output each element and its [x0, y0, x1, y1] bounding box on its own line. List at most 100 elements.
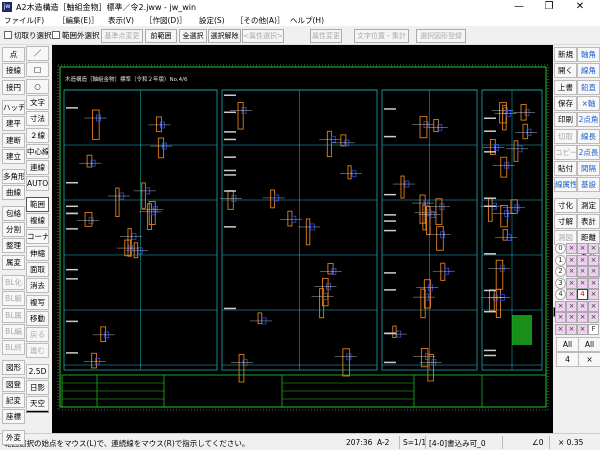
tool-button-5[interactable]: 建断 [2, 132, 25, 148]
tool-button-11[interactable]: コーナー [26, 229, 49, 245]
current-group-button[interactable]: 4 [556, 352, 579, 367]
layer-button[interactable]: × [555, 300, 566, 312]
base-point-change-button[interactable]: 基準点変更 [101, 29, 143, 43]
tool-button-9[interactable]: 範囲 [26, 196, 49, 212]
register-shape-button[interactable]: 選択図形登録 [416, 29, 466, 43]
tool-button-3[interactable]: 保存 [554, 95, 577, 111]
tool-button-19[interactable]: 図登 [2, 376, 25, 392]
tool-button-9[interactable]: 測定 [577, 197, 600, 213]
layer-button[interactable]: 1 [555, 254, 566, 266]
layer-button[interactable]: × [566, 266, 577, 277]
tool-button-10[interactable]: 複線 [26, 213, 49, 228]
angle[interactable]: ∠0 [532, 438, 544, 447]
layer-button[interactable]: × [566, 243, 577, 254]
tool-button-7[interactable]: 間隔 [577, 161, 600, 177]
tool-button-0[interactable]: 新規 [554, 47, 577, 62]
tool-button-3[interactable]: 文字 [26, 94, 49, 110]
layer-button[interactable]: × [566, 323, 577, 335]
tool-button-2[interactable]: 上書 [554, 79, 577, 95]
tool-button-20[interactable]: 記変 [2, 393, 25, 408]
layer-button[interactable]: × [577, 243, 588, 254]
tool-button-2[interactable]: 接円 [2, 79, 25, 95]
layer-button[interactable]: × [588, 266, 599, 277]
scale[interactable]: S=1/1 [403, 438, 426, 447]
layer-button[interactable]: × [588, 243, 599, 254]
layer-button[interactable]: F [588, 323, 599, 335]
layer-button[interactable]: × [577, 323, 588, 335]
tool-button-3[interactable]: ハッチ [2, 99, 25, 115]
maximize-button[interactable]: ❐ [535, 0, 563, 14]
layer-button[interactable]: × [577, 312, 588, 323]
tool-button-7[interactable]: 連線 [26, 160, 49, 176]
tool-button-2[interactable]: ○ [26, 78, 49, 94]
tool-button-10[interactable]: 寸解 [554, 214, 577, 229]
minimize-button[interactable]: — [505, 0, 533, 14]
tool-button-7[interactable]: 貼付 [554, 161, 577, 177]
menu-draw[interactable]: ［作図(D)］ [145, 15, 187, 26]
tool-button-8[interactable]: 線属性 [554, 177, 577, 193]
tool-button-15[interactable]: 複写 [26, 294, 49, 310]
tool-button-9[interactable]: 寸化 [554, 197, 577, 213]
menu-edit[interactable]: ［編集(E)］ [58, 15, 99, 26]
layer-close-icon[interactable]: × [578, 352, 600, 367]
tool-button-8[interactable]: 基設 [577, 177, 600, 193]
deselect-button[interactable]: 選択解除 [208, 29, 241, 43]
tool-button-13[interactable]: 面取 [26, 261, 49, 277]
layer-button[interactable]: × [555, 312, 566, 323]
tool-button-8[interactable]: 曲線 [2, 185, 25, 201]
tool-button-5[interactable]: ２線 [26, 127, 49, 143]
text-position-button[interactable]: 文字位置・集計 [354, 29, 409, 43]
attribute-change-button[interactable]: 属性変更 [310, 29, 342, 43]
tool-button-17[interactable]: 戻る [26, 327, 49, 343]
layer-button[interactable]: × [588, 312, 599, 323]
all-groups-button[interactable]: All [556, 337, 579, 352]
layer-button[interactable]: × [577, 277, 588, 289]
cut-select-checkbox[interactable] [4, 31, 12, 39]
attribute-select-button[interactable]: <属性選択> [242, 29, 284, 43]
tool-button-6[interactable]: 2点長 [577, 144, 600, 160]
tool-button-1[interactable]: 接線 [2, 63, 25, 79]
tool-button-4[interactable]: 2点角 [577, 112, 600, 128]
tool-button-1[interactable]: 線角 [577, 63, 600, 79]
tool-button-2[interactable]: 鉛直 [577, 79, 600, 95]
tool-button-18[interactable]: 進む [26, 343, 49, 359]
menu-settings[interactable]: 設定(S) [199, 15, 225, 26]
tool-button-9[interactable]: 包絡 [2, 205, 25, 221]
drawing-canvas[interactable]: 木造構造［軸組金物］標準（令和２年版）No.4/6 [52, 45, 553, 433]
layer-button[interactable]: 3 [555, 277, 566, 289]
tool-button-4[interactable]: 印刷 [554, 112, 577, 128]
layer-button[interactable]: × [588, 254, 599, 266]
layer-button[interactable]: × [566, 289, 577, 300]
all-layers-button[interactable]: All [578, 337, 600, 352]
tool-button-10[interactable]: 分割 [2, 222, 25, 237]
tool-button-0[interactable]: 点 [2, 47, 25, 62]
tool-button-6[interactable]: コピー [554, 144, 577, 160]
previous-range-button[interactable]: 前範囲 [145, 29, 177, 43]
menu-help[interactable]: ヘルプ(H) [290, 15, 324, 26]
tool-button-0[interactable]: 軸角 [577, 47, 600, 62]
layer-status[interactable]: [4-0]書込み可_0 [429, 438, 486, 449]
tool-button-15[interactable]: BL属 [2, 307, 25, 323]
tool-button-4[interactable]: 建平 [2, 116, 25, 132]
tool-button-1[interactable]: 開く [554, 63, 577, 79]
tool-button-11[interactable]: 整理 [2, 238, 25, 254]
tool-button-0[interactable]: ／ [26, 46, 49, 61]
tool-button-14[interactable]: BL解 [2, 291, 25, 307]
tool-button-3[interactable]: ×軸 [577, 95, 600, 111]
tool-button-5[interactable]: 線長 [577, 128, 600, 144]
zoom-level[interactable]: × 0.35 [558, 438, 583, 447]
layer-button[interactable]: × [555, 323, 566, 335]
tool-button-12[interactable]: 伸縮 [26, 245, 49, 261]
layer-button[interactable]: × [566, 254, 577, 266]
tool-button-12[interactable]: 属変 [2, 254, 25, 270]
tool-button-14[interactable]: 消去 [26, 278, 49, 294]
paper-size[interactable]: A-2 [377, 438, 389, 447]
layer-button[interactable]: 2 [555, 266, 566, 277]
menu-other[interactable]: ［その他(A)］ [236, 15, 284, 26]
layer-button[interactable]: × [566, 277, 577, 289]
tool-button-5[interactable]: 切取 [554, 128, 577, 144]
tool-button-6[interactable]: 建立 [2, 148, 25, 164]
out-of-range-checkbox[interactable] [52, 31, 60, 39]
tool-button-8[interactable]: AUTO [26, 176, 49, 192]
layer-button[interactable]: 0 [555, 243, 566, 254]
